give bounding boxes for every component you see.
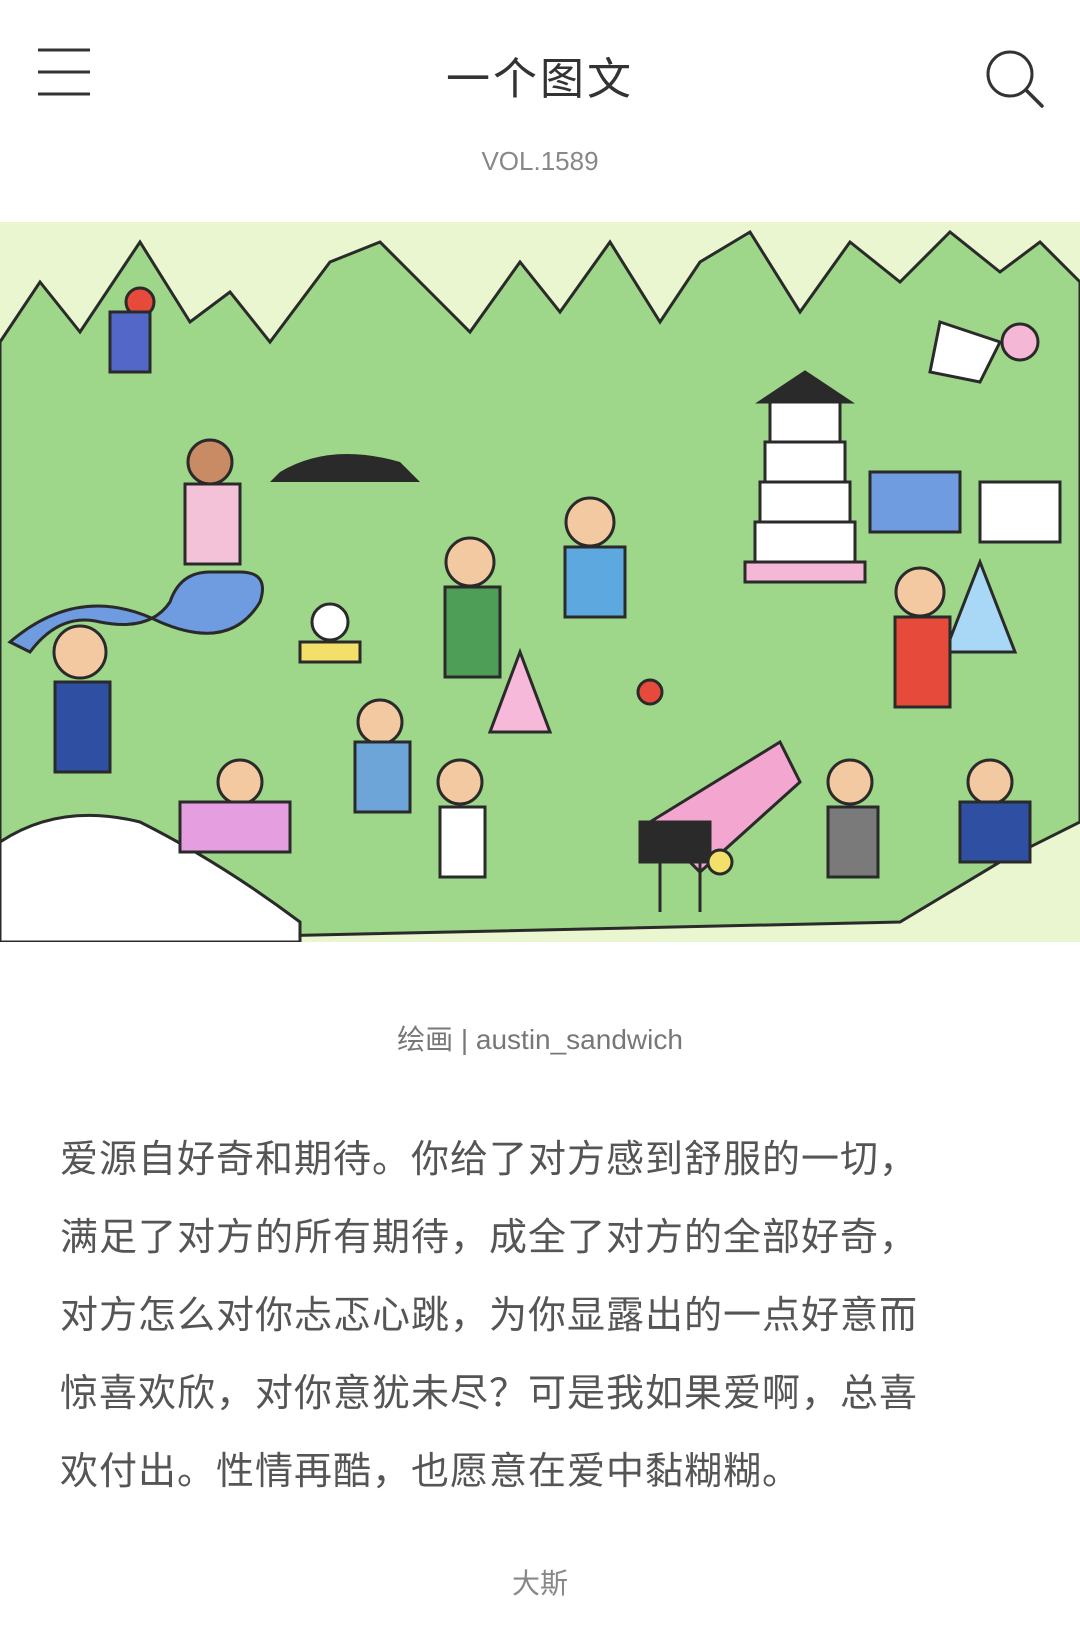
volume-number: VOL.1589 [481, 146, 599, 176]
page-title: 一个图文 [446, 54, 634, 105]
search-icon [986, 50, 1044, 108]
article-line: 爱源自好奇和期待。你给了对方感到舒服的一切， [60, 1137, 919, 1181]
article-line: 惊喜欢欣，对你意犹未尽？可是我如果爱啊，总喜 [60, 1371, 919, 1415]
illustration-image [0, 222, 1080, 942]
article-line: 对方怎么对你忐忑心跳，为你显露出的一点好意而 [60, 1293, 919, 1337]
article-line: 欢付出。性情再酷，也愿意在爱中黏糊糊。 [60, 1449, 802, 1493]
author-name: 大斯 [511, 1567, 568, 1600]
search-button[interactable] [984, 48, 1046, 110]
illustration-credit: 绘画 | austin_sandwich [397, 1024, 683, 1055]
article-line: 满足了对方的所有期待，成全了对方的全部好奇， [60, 1215, 919, 1259]
top-bar: 一个图文 [0, 0, 1080, 150]
article-text: 爱源自好奇和期待。你给了对方感到舒服的一切， 满足了对方的所有期待，成全了对方的… [60, 1120, 1020, 1510]
